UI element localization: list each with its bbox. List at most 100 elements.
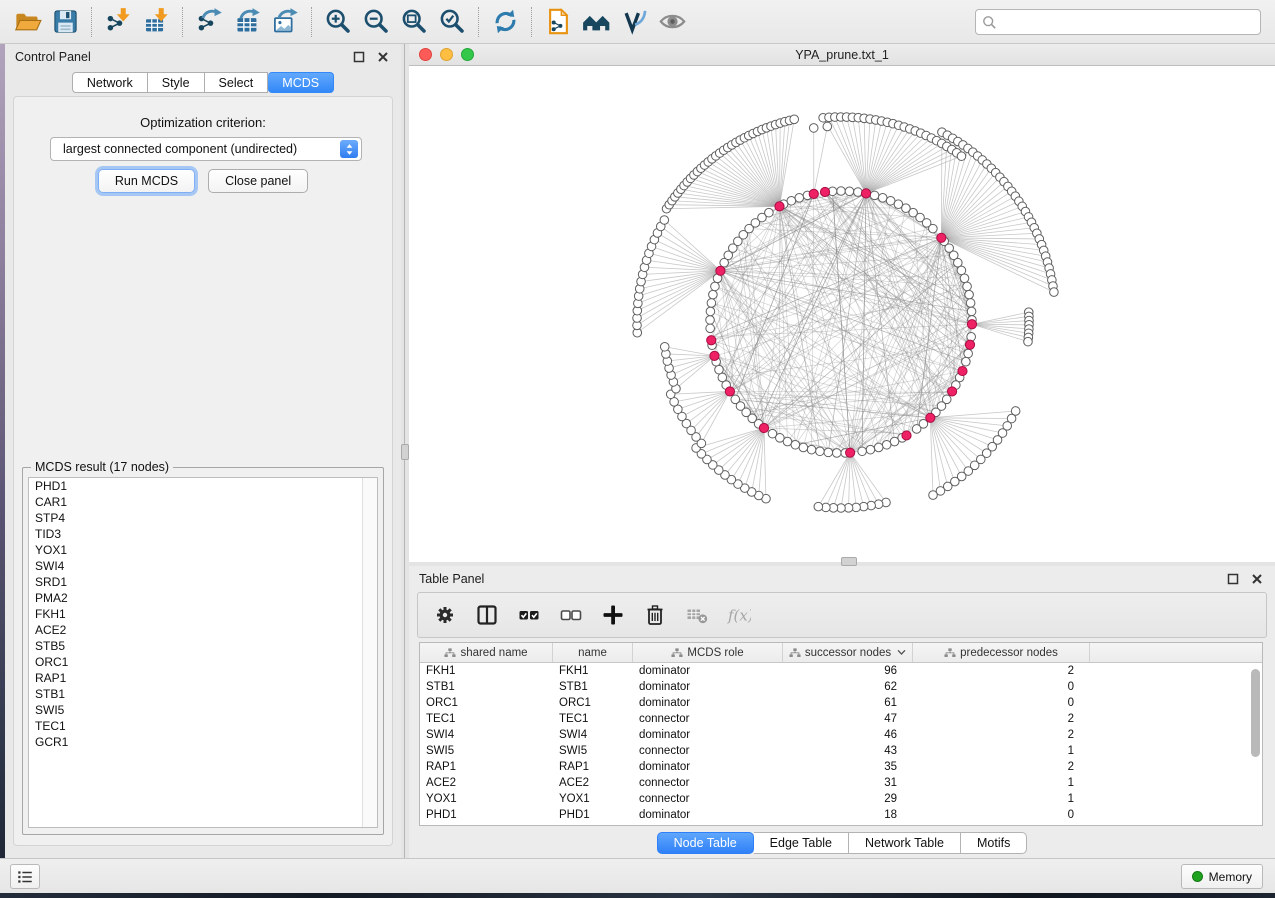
- graph-node[interactable]: [832, 449, 841, 458]
- graph-node[interactable]: [706, 316, 715, 325]
- graph-mcds-node[interactable]: [809, 189, 818, 198]
- graph-mcds-node[interactable]: [846, 448, 855, 457]
- table-row[interactable]: PHD1PHD1dominator180: [420, 807, 1262, 823]
- float-panel-icon[interactable]: [1225, 571, 1241, 587]
- columns-button[interactable]: [472, 600, 502, 630]
- table-row[interactable]: SWI4SWI4dominator462: [420, 727, 1262, 743]
- graph-mcds-node[interactable]: [725, 387, 734, 396]
- graph-node[interactable]: [706, 307, 715, 316]
- mcds-result-item[interactable]: FKH1: [29, 606, 377, 622]
- float-panel-icon[interactable]: [351, 49, 367, 65]
- graph-node[interactable]: [816, 447, 825, 456]
- add-column-button[interactable]: [598, 600, 628, 630]
- table-row[interactable]: STB1STB1dominator620: [420, 679, 1262, 695]
- save-button[interactable]: [46, 4, 84, 40]
- eye-button[interactable]: [653, 4, 691, 40]
- graph-node[interactable]: [807, 445, 816, 454]
- graph-mcds-node[interactable]: [947, 387, 956, 396]
- graph-node[interactable]: [912, 425, 921, 434]
- tab-node-table[interactable]: Node Table: [657, 832, 754, 854]
- graph-node[interactable]: [960, 274, 969, 283]
- graph-mcds-node[interactable]: [775, 202, 784, 211]
- graph-node[interactable]: [858, 447, 867, 456]
- mcds-result-item[interactable]: RAP1: [29, 670, 377, 686]
- column-header-predecessor-nodes[interactable]: predecessor nodes: [913, 643, 1090, 662]
- graph-node[interactable]: [837, 187, 846, 196]
- mcds-result-item[interactable]: ORC1: [29, 654, 377, 670]
- graph-mcds-node[interactable]: [937, 233, 946, 242]
- tab-network[interactable]: Network: [72, 72, 148, 93]
- deselect-all-button[interactable]: [556, 600, 586, 630]
- graph-node[interactable]: [866, 445, 875, 454]
- graph-node[interactable]: [962, 357, 971, 366]
- tab-network-table[interactable]: Network Table: [849, 832, 961, 854]
- graph-node[interactable]: [706, 324, 715, 333]
- tab-style[interactable]: Style: [148, 72, 205, 93]
- table-row[interactable]: YOX1YOX1connector291: [420, 791, 1262, 807]
- mcds-result-item[interactable]: SRD1: [29, 574, 377, 590]
- import-network-button[interactable]: [99, 4, 137, 40]
- mcds-result-item[interactable]: TEC1: [29, 718, 377, 734]
- graph-node[interactable]: [929, 491, 938, 500]
- mcds-result-item[interactable]: SWI4: [29, 558, 377, 574]
- graph-mcds-node[interactable]: [958, 366, 967, 375]
- mcds-result-item[interactable]: TID3: [29, 526, 377, 542]
- scrollbar-thumb[interactable]: [1251, 669, 1260, 757]
- column-header-MCDS-role[interactable]: MCDS role: [633, 643, 783, 662]
- zoom-selected-button[interactable]: [433, 4, 471, 40]
- memory-button[interactable]: Memory: [1181, 864, 1263, 889]
- optimization-select[interactable]: largest connected component (undirected): [50, 137, 362, 161]
- table-row[interactable]: FKH1FKH1dominator962: [420, 663, 1262, 679]
- graph-node[interactable]: [929, 224, 938, 233]
- splitter-grip[interactable]: [401, 444, 409, 460]
- network-canvas[interactable]: [409, 66, 1275, 562]
- mcds-result-item[interactable]: PMA2: [29, 590, 377, 606]
- graph-mcds-node[interactable]: [902, 431, 911, 440]
- graph-node[interactable]: [814, 502, 823, 511]
- mcds-result-item[interactable]: GCR1: [29, 734, 377, 750]
- column-header-successor-nodes[interactable]: successor nodes: [783, 643, 913, 662]
- mcds-result-item[interactable]: CAR1: [29, 494, 377, 510]
- graph-node[interactable]: [715, 365, 724, 374]
- graph-mcds-node[interactable]: [926, 413, 935, 422]
- graph-node[interactable]: [707, 299, 716, 308]
- column-header-shared-name[interactable]: shared name: [420, 643, 553, 662]
- graph-node[interactable]: [1024, 337, 1033, 346]
- graph-mcds-node[interactable]: [759, 423, 768, 432]
- graph-node[interactable]: [963, 282, 972, 291]
- delete-button[interactable]: [640, 600, 670, 630]
- graph-node[interactable]: [731, 395, 740, 404]
- graph-node[interactable]: [957, 152, 966, 161]
- graph-node[interactable]: [660, 216, 669, 225]
- column-header-name[interactable]: name: [553, 643, 633, 662]
- tab-mcds[interactable]: MCDS: [268, 72, 334, 93]
- export-image-button[interactable]: [266, 4, 304, 40]
- search-input[interactable]: [1001, 15, 1254, 29]
- graph-node[interactable]: [966, 299, 975, 308]
- network-graph[interactable]: [409, 66, 1275, 562]
- graph-node[interactable]: [790, 115, 799, 124]
- graph-mcds-node[interactable]: [965, 340, 974, 349]
- settings-button[interactable]: [430, 600, 460, 630]
- graph-node[interactable]: [967, 307, 976, 316]
- graph-node[interactable]: [824, 448, 833, 457]
- table-row[interactable]: ORC1ORC1dominator610: [420, 695, 1262, 711]
- graph-node[interactable]: [795, 194, 804, 203]
- mcds-result-item[interactable]: YOX1: [29, 542, 377, 558]
- search-box[interactable]: [975, 9, 1261, 35]
- graph-node[interactable]: [870, 191, 879, 200]
- export-network-button[interactable]: [190, 4, 228, 40]
- graph-node[interactable]: [768, 429, 777, 438]
- graph-node[interactable]: [890, 437, 899, 446]
- graph-node[interactable]: [765, 208, 774, 217]
- select-all-button[interactable]: [514, 600, 544, 630]
- list-scrollbar[interactable]: [362, 478, 377, 827]
- graph-node[interactable]: [964, 349, 973, 358]
- table-row[interactable]: ACE2ACE2connector311: [420, 775, 1262, 791]
- hide-graphics-details-button[interactable]: [615, 4, 653, 40]
- table-row[interactable]: RAP1RAP1dominator352: [420, 759, 1262, 775]
- table-scrollbar[interactable]: [1250, 665, 1261, 825]
- open-folder-button[interactable]: [8, 4, 46, 40]
- mcds-result-item[interactable]: STB5: [29, 638, 377, 654]
- tab-motifs[interactable]: Motifs: [961, 832, 1027, 854]
